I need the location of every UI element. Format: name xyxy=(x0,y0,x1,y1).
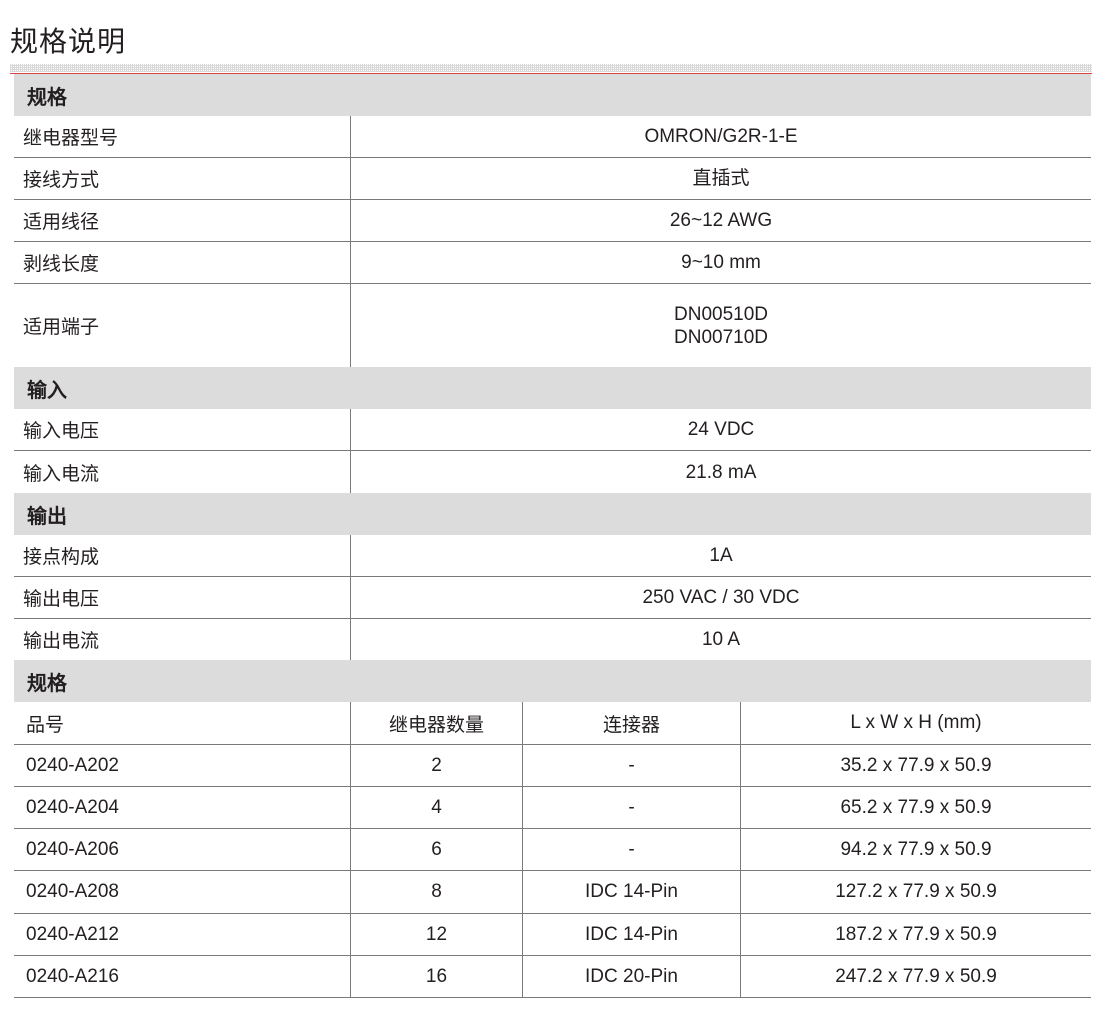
table-row: 接点构成 1A xyxy=(14,535,1091,577)
table-row: 接线方式 直插式 xyxy=(14,158,1091,200)
cell-part-no: 0240-A216 xyxy=(14,956,351,997)
row-value: 24 VDC xyxy=(687,419,755,440)
table-row: 继电器型号 OMRON/G2R-1-E xyxy=(14,116,1091,158)
column-header-relay-count: 继电器数量 xyxy=(351,702,523,744)
cell-dimensions: 187.2 x 77.9 x 50.9 xyxy=(835,923,997,945)
table-row: 0240-A206 6 - 94.2 x 77.9 x 50.9 xyxy=(14,829,1091,871)
row-value-2: DN00710D xyxy=(674,326,768,348)
section-header-output: 输出 xyxy=(14,493,1091,535)
row-label: 接点构成 xyxy=(14,535,351,576)
cell-dimensions: 65.2 x 77.9 x 50.9 xyxy=(840,796,992,818)
cell-dimensions: 94.2 x 77.9 x 50.9 xyxy=(840,838,992,860)
page-title: 规格说明 xyxy=(10,26,127,57)
cell-dimensions: 127.2 x 77.9 x 50.9 xyxy=(835,881,997,902)
row-value: 直插式 xyxy=(692,168,750,189)
cell-part-no: 0240-A212 xyxy=(14,914,351,955)
row-value: 21.8 mA xyxy=(685,461,757,483)
table-row: 剥线长度 9~10 mm xyxy=(14,242,1091,284)
row-value: 10 A xyxy=(701,629,741,650)
table-row: 输入电压 24 VDC xyxy=(14,409,1091,451)
row-value: OMRON/G2R-1-E xyxy=(644,126,798,147)
row-label: 适用端子 xyxy=(14,284,351,367)
table-row: 0240-A212 12 IDC 14-Pin 187.2 x 77.9 x 5… xyxy=(14,914,1091,956)
cell-relay-count: 4 xyxy=(351,787,523,828)
table-row: 0240-A208 8 IDC 14-Pin 127.2 x 77.9 x 50… xyxy=(14,871,1091,914)
cell-relay-count: 16 xyxy=(351,956,523,997)
row-value: 250 VAC / 30 VDC xyxy=(642,587,800,608)
table-row: 0240-A202 2 - 35.2 x 77.9 x 50.9 xyxy=(14,745,1091,787)
cell-connector: IDC 20-Pin xyxy=(523,956,741,997)
table-header-row: 品号 继电器数量 连接器 L x W x H (mm) xyxy=(14,702,1091,745)
cell-relay-count: 8 xyxy=(351,871,523,913)
row-label: 输入电流 xyxy=(14,451,351,493)
cell-connector: - xyxy=(523,829,741,870)
row-label: 输出电压 xyxy=(14,577,351,618)
table-row: 0240-A204 4 - 65.2 x 77.9 x 50.9 xyxy=(14,787,1091,829)
row-label: 适用线径 xyxy=(14,200,351,241)
table-row: 0240-A216 16 IDC 20-Pin 247.2 x 77.9 x 5… xyxy=(14,956,1091,998)
row-value: DN00510D xyxy=(674,303,768,325)
table-row: 输出电压 250 VAC / 30 VDC xyxy=(14,577,1091,619)
row-value: 1A xyxy=(709,545,733,566)
row-value: 26~12 AWG xyxy=(669,210,773,231)
column-header-dimensions: L x W x H (mm) xyxy=(850,712,982,733)
cell-part-no: 0240-A206 xyxy=(14,829,351,870)
row-label: 继电器型号 xyxy=(14,116,351,157)
title-divider xyxy=(10,64,1092,72)
cell-relay-count: 12 xyxy=(351,914,523,955)
cell-connector: IDC 14-Pin xyxy=(523,871,741,913)
table-row: 适用端子 DN00510D DN00710D xyxy=(14,284,1091,367)
table-row: 适用线径 26~12 AWG xyxy=(14,200,1091,242)
section-header-spec: 规格 xyxy=(14,74,1091,116)
table-row: 输出电流 10 A xyxy=(14,619,1091,660)
row-label: 剥线长度 xyxy=(14,242,351,283)
cell-connector: IDC 14-Pin xyxy=(523,914,741,955)
row-value: 9~10 mm xyxy=(681,252,761,273)
cell-dimensions: 247.2 x 77.9 x 50.9 xyxy=(835,965,997,987)
section-header-models: 规格 xyxy=(14,660,1091,702)
table-row: 输入电流 21.8 mA xyxy=(14,451,1091,493)
cell-connector: - xyxy=(523,787,741,828)
spec-table: 规格 继电器型号 OMRON/G2R-1-E 接线方式 直插式 适用线径 26~… xyxy=(14,74,1091,998)
row-label: 输出电流 xyxy=(14,619,351,660)
cell-relay-count: 2 xyxy=(351,745,523,786)
cell-connector: - xyxy=(523,745,741,786)
row-label: 接线方式 xyxy=(14,158,351,199)
cell-part-no: 0240-A204 xyxy=(14,787,351,828)
cell-part-no: 0240-A202 xyxy=(14,745,351,786)
cell-relay-count: 6 xyxy=(351,829,523,870)
column-header-part-no: 品号 xyxy=(14,702,351,744)
column-header-connector: 连接器 xyxy=(523,702,741,744)
row-label: 输入电压 xyxy=(14,409,351,450)
cell-part-no: 0240-A208 xyxy=(14,871,351,913)
cell-dimensions: 35.2 x 77.9 x 50.9 xyxy=(840,754,992,776)
section-header-input: 输入 xyxy=(14,367,1091,409)
